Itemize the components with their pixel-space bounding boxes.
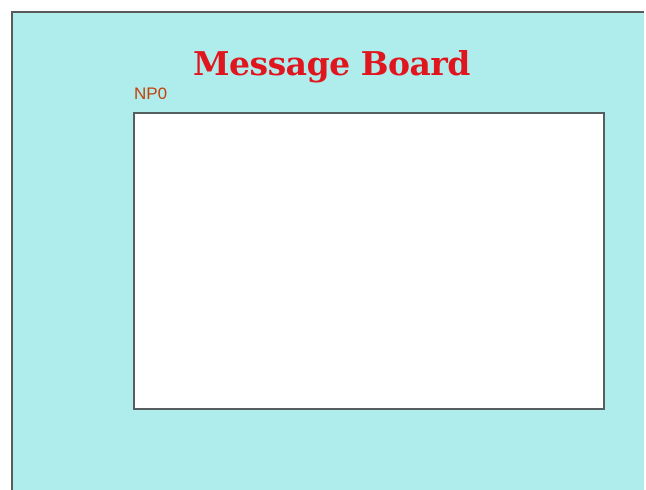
page-title: Message Board: [193, 44, 470, 83]
message-field-label: NP0: [134, 84, 168, 103]
message-text-area[interactable]: [133, 112, 605, 410]
